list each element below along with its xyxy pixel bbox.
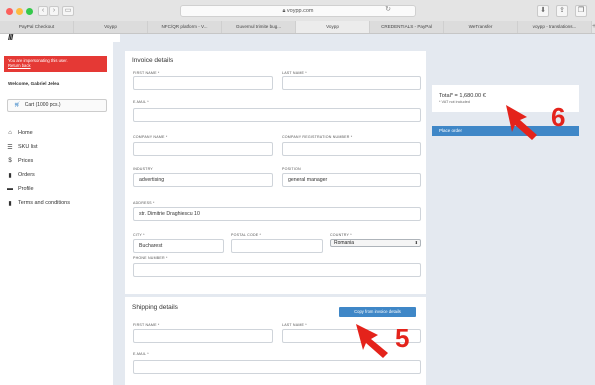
welcome-text: Welcome, Gabriel Jelea <box>8 81 60 86</box>
reload-icon[interactable]: ↻ <box>383 6 393 16</box>
browser-toolbar: ‹ › ▭ 🔒︎ voypp.com ↻ ⬇ ⇪ ❐ PayPal Checko… <box>0 0 595 34</box>
phone-label: PHONE NUMBER * <box>133 256 168 260</box>
tabs-overview-icon[interactable]: ❐ <box>575 5 587 17</box>
download-icon[interactable]: ⬇ <box>537 5 549 17</box>
industry-label: INDUSTRY <box>133 167 153 171</box>
browser-tab[interactable]: CREDENTIALS - PayPal <box>370 21 444 33</box>
address-label: ADDRESS * <box>133 201 155 205</box>
book-icon: ▮ <box>8 200 12 207</box>
postal-code-field[interactable] <box>231 239 323 253</box>
app-viewport: /// You are impersonating this user. Ret… <box>0 34 595 385</box>
back-icon[interactable]: ‹ <box>38 6 48 16</box>
vat-note: * VAT not included <box>439 100 470 104</box>
position-field[interactable]: general manager <box>282 173 421 187</box>
browser-tab[interactable]: NFC/QR platform - V... <box>148 21 222 33</box>
cart-button[interactable]: 🛒︎ Cart (1000 pcs.) <box>7 99 107 112</box>
sidebar-item-label: SKU list <box>18 144 38 150</box>
sidebar-item-label: Home <box>18 130 33 136</box>
sidebar-item-label: Orders <box>18 172 35 178</box>
impersonation-banner: You are impersonating this user. Return … <box>4 56 107 72</box>
phone-field[interactable] <box>133 263 421 277</box>
home-icon: ⌂ <box>8 130 12 136</box>
sidebar-item-label: Prices <box>18 158 34 164</box>
dollar-icon: $ <box>8 158 12 164</box>
minimize-window-button[interactable] <box>16 8 23 15</box>
close-window-button[interactable] <box>6 8 13 15</box>
position-label: POSITION <box>282 167 301 171</box>
sidebar-item-label: Terms and conditions <box>18 200 70 206</box>
shipping-last-name-label: LAST NAME * <box>282 323 307 327</box>
country-label: COUNTRY * <box>330 233 352 237</box>
annotation-number-6: 6 <box>551 102 566 132</box>
document-icon: ▮ <box>8 172 12 179</box>
shipping-title: Shipping details <box>132 304 178 311</box>
annotation-number-5: 5 <box>395 323 410 353</box>
address-field[interactable]: str. Dimitrie Draghiescu 10 <box>133 207 421 221</box>
sidebar-toggle-icon[interactable]: ▭ <box>62 6 74 16</box>
browser-tab[interactable]: WeTransfer <box>444 21 518 33</box>
tab-bar: PayPal Checkout Voypp NFC/QR platform - … <box>0 21 595 33</box>
cart-label: Cart (1000 pcs.) <box>24 102 61 108</box>
shipping-first-name-label: FIRST NAME * <box>133 323 160 327</box>
maximize-window-button[interactable] <box>26 8 33 15</box>
id-card-icon: ▬ <box>7 186 13 192</box>
sidebar-item-prices[interactable]: $ Prices <box>4 154 110 168</box>
copy-from-invoice-button[interactable]: Copy from invoice details <box>339 307 416 317</box>
return-back-link[interactable]: Return back <box>8 63 103 68</box>
sidebar: You are impersonating this user. Return … <box>0 42 113 385</box>
sidebar-item-label: Profile <box>18 186 34 192</box>
sidebar-item-home[interactable]: ⌂ Home <box>4 126 110 140</box>
select-arrows-icon: ⬍ <box>414 240 418 245</box>
country-select[interactable]: Romania ⬍ <box>330 239 421 247</box>
browser-tab-active[interactable]: Voypp <box>296 21 370 33</box>
shipping-first-name-field[interactable] <box>133 329 273 343</box>
share-icon[interactable]: ⇪ <box>556 5 568 17</box>
browser-tab[interactable]: Guvernul trimite bug... <box>222 21 296 33</box>
address-bar[interactable]: 🔒︎ voypp.com <box>180 5 416 17</box>
city-field[interactable]: Bucharest <box>133 239 224 253</box>
browser-tab[interactable]: voypp - translations... <box>518 21 592 33</box>
last-name-field[interactable] <box>282 76 421 90</box>
city-label: CITY * <box>133 233 145 237</box>
lock-icon: 🔒︎ <box>282 8 286 14</box>
company-name-field[interactable] <box>133 142 273 156</box>
sidebar-nav: ⌂ Home ☰ SKU list $ Prices ▮ Orders ▬ Pr… <box>4 126 110 210</box>
logo-area: /// <box>0 34 120 42</box>
company-name-label: COMPANY NAME * <box>133 135 168 139</box>
cart-icon: 🛒︎ <box>14 102 21 108</box>
sidebar-item-sku-list[interactable]: ☰ SKU list <box>4 140 110 154</box>
invoice-details-card: Invoice details FIRST NAME * LAST NAME *… <box>125 51 426 294</box>
industry-field[interactable]: advertising <box>133 173 273 187</box>
sidebar-item-terms[interactable]: ▮ Terms and conditions <box>4 196 110 210</box>
company-registration-field[interactable] <box>282 142 421 156</box>
forward-icon[interactable]: › <box>49 6 59 16</box>
logo[interactable]: /// <box>8 34 13 42</box>
country-selected-value: Romania <box>334 240 355 246</box>
email-field[interactable] <box>133 108 421 122</box>
sidebar-item-orders[interactable]: ▮ Orders <box>4 168 110 182</box>
first-name-label: FIRST NAME * <box>133 71 160 75</box>
browser-tab[interactable]: Voypp <box>74 21 148 33</box>
first-name-field[interactable] <box>133 76 273 90</box>
order-total: Total* = 1,680.00 € <box>439 93 486 99</box>
invoice-title: Invoice details <box>132 57 174 64</box>
last-name-label: LAST NAME * <box>282 71 307 75</box>
company-registration-label: COMPANY REGISTRATION NUMBER * <box>282 135 353 139</box>
email-label: E-MAIL * <box>133 100 149 104</box>
browser-tab[interactable]: PayPal Checkout <box>0 21 74 33</box>
sidebar-item-profile[interactable]: ▬ Profile <box>4 182 110 196</box>
list-icon: ☰ <box>7 144 13 151</box>
address-bar-url: voypp.com <box>286 8 314 14</box>
shipping-email-field[interactable] <box>133 360 421 374</box>
postal-code-label: POSTAL CODE * <box>231 233 262 237</box>
shipping-email-label: E-MAIL * <box>133 352 149 356</box>
